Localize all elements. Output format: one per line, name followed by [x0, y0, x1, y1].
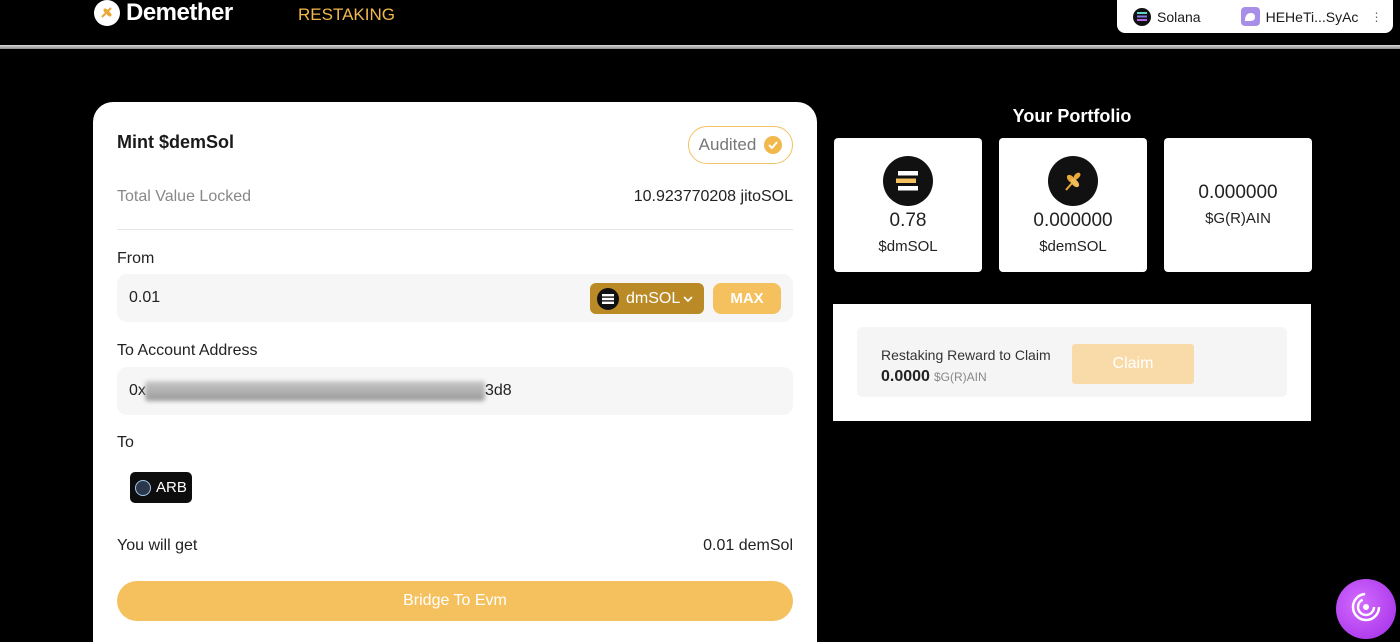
header-divider	[0, 45, 1400, 49]
portfolio-value: 0.78	[889, 210, 927, 231]
solana-icon	[1133, 7, 1151, 26]
audited-badge[interactable]: Audited	[688, 126, 793, 164]
claim-button[interactable]: Claim	[1072, 344, 1194, 384]
reward-label: Restaking Reward to Claim	[881, 347, 1051, 363]
to-address-prefix: 0x	[129, 382, 146, 399]
portfolio-card-dmsol: 0.78 $dmSOL	[834, 138, 982, 272]
logo-icon	[94, 0, 120, 26]
portfolio-value: 0.000000	[1033, 210, 1113, 231]
portfolio-unit: $G(R)AIN	[1205, 210, 1271, 227]
bridge-to-evm-button[interactable]: Bridge To Evm	[117, 581, 793, 621]
from-amount-field[interactable]: 0.01 dmSOL MAX	[117, 274, 793, 322]
spiral-icon	[1349, 590, 1383, 629]
you-will-get-value: 0.01 demSol	[703, 537, 793, 554]
chevron-down-icon	[683, 290, 693, 308]
reward-unit: $G(R)AIN	[933, 370, 987, 384]
token-label: dmSOL	[626, 289, 681, 307]
chain-chip-arb[interactable]: ARB	[130, 472, 192, 503]
you-will-get-label: You will get	[117, 537, 198, 554]
wallet-box: Solana HEHeTi...SyAc ⋮	[1117, 0, 1393, 33]
portfolio-unit: $dmSOL	[878, 238, 938, 255]
check-icon	[764, 136, 783, 154]
mint-title: Mint $demSol	[117, 132, 235, 152]
token-select[interactable]: dmSOL	[590, 283, 704, 314]
portfolio-card-demsol: 0.000000 $demSOL	[999, 138, 1147, 272]
assistant-launcher-button[interactable]	[1336, 579, 1396, 639]
wallet-icon	[1240, 7, 1260, 26]
divider	[117, 229, 793, 230]
wallet-address-button[interactable]: HEHeTi...SyAc	[1240, 7, 1359, 26]
more-menu-icon[interactable]: ⋮	[1370, 10, 1382, 24]
mint-card: Mint $demSol Audited Total Value Locked …	[93, 102, 817, 642]
tvl-label: Total Value Locked	[117, 188, 252, 205]
dmsol-icon	[597, 287, 619, 310]
reward-panel: Restaking Reward to Claim 0.0000 $G(R)AIN…	[833, 304, 1311, 421]
chain-label: ARB	[156, 479, 187, 496]
to-address-label: To Account Address	[117, 342, 258, 359]
to-address-suffix: 3d8	[485, 382, 512, 399]
logo[interactable]: Demether	[94, 0, 233, 26]
portfolio-card-grain: 0.000000 $G(R)AIN	[1164, 138, 1312, 272]
reward-box: Restaking Reward to Claim 0.0000 $G(R)AIN…	[857, 327, 1287, 397]
from-label: From	[117, 250, 155, 267]
redacted-address	[145, 381, 485, 401]
network-selector[interactable]: Solana	[1133, 7, 1201, 26]
audited-label: Audited	[698, 135, 757, 154]
portfolio-title: Your Portfolio	[1012, 106, 1132, 126]
solana-icon	[883, 156, 933, 206]
nav-restaking-link[interactable]: RESTAKING	[298, 5, 395, 25]
tvl-value: 10.923770208 jitoSOL	[633, 188, 793, 205]
reward-amount-row: 0.0000 $G(R)AIN	[881, 368, 987, 386]
portfolio-unit: $demSOL	[1039, 238, 1107, 255]
max-button[interactable]: MAX	[713, 283, 781, 314]
reward-amount: 0.0000	[881, 368, 930, 385]
network-label: Solana	[1157, 8, 1201, 25]
page: Demether RESTAKING Solana HEHeTi...SyAc …	[0, 0, 1400, 642]
from-amount-input[interactable]: 0.01	[129, 289, 160, 307]
wallet-address: HEHeTi...SyAc	[1265, 8, 1359, 25]
logo-text: Demether	[126, 0, 233, 26]
wheat-icon	[1048, 156, 1098, 206]
portfolio-value: 0.000000	[1198, 182, 1278, 203]
to-address-field[interactable]: 0x 3d8	[117, 367, 793, 415]
arbitrum-icon	[135, 479, 151, 496]
top-header: Demether RESTAKING Solana HEHeTi...SyAc …	[0, 0, 1400, 46]
to-label: To	[117, 434, 134, 451]
